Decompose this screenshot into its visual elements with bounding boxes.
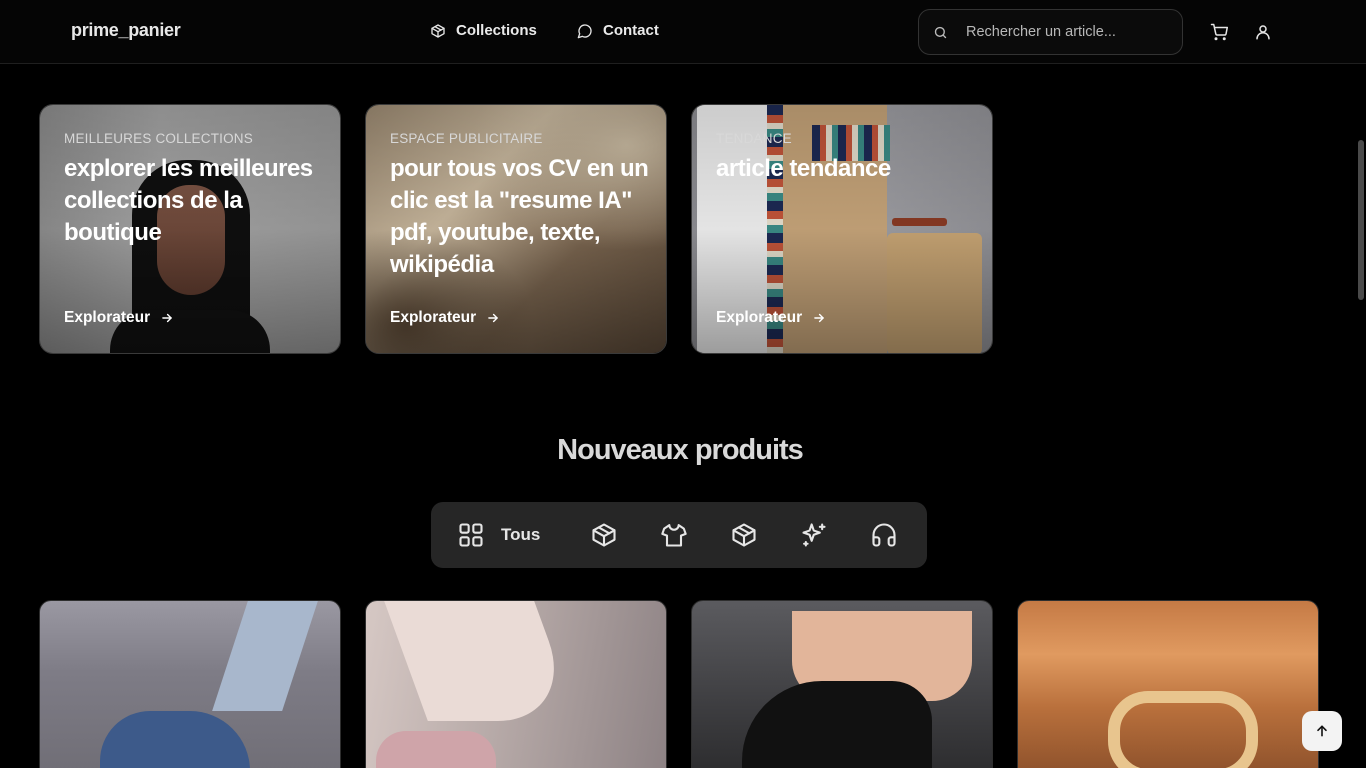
product-card[interactable] bbox=[1017, 600, 1319, 768]
arrow-right-icon bbox=[814, 313, 824, 323]
product-card[interactable] bbox=[39, 600, 341, 768]
product-image-leg bbox=[384, 601, 578, 721]
filter-box-button-2[interactable] bbox=[730, 521, 758, 549]
filter-all-label: Tous bbox=[501, 525, 541, 544]
sparkles-icon bbox=[802, 523, 826, 547]
promo-cta-label: Explorateur bbox=[64, 309, 151, 326]
promo-eyebrow: MEILLEURES COLLECTIONS bbox=[64, 131, 253, 146]
category-filter-bar: Tous bbox=[431, 502, 927, 568]
filter-all-button[interactable]: Tous bbox=[457, 521, 540, 549]
user-icon[interactable] bbox=[1254, 23, 1272, 41]
product-card[interactable] bbox=[365, 600, 667, 768]
filter-audio-button[interactable] bbox=[870, 521, 898, 549]
cart-icon[interactable] bbox=[1210, 23, 1228, 41]
promo-headline: explorer les meilleures collections de l… bbox=[64, 155, 313, 246]
filter-box-button[interactable] bbox=[590, 521, 618, 549]
box-icon bbox=[592, 523, 616, 547]
arrow-right-icon bbox=[162, 313, 172, 323]
site-logo[interactable]: prime_panier bbox=[71, 20, 181, 41]
promo-cta[interactable]: Explorateur bbox=[390, 309, 500, 327]
promo-headline: article tendance bbox=[716, 155, 891, 182]
filter-clothing-button[interactable] bbox=[660, 521, 688, 549]
product-image-slipper bbox=[376, 731, 496, 768]
search-input[interactable] bbox=[966, 24, 1166, 40]
product-image-heel bbox=[742, 681, 932, 768]
product-card[interactable] bbox=[691, 600, 993, 768]
arrow-up-icon bbox=[1317, 725, 1327, 737]
section-title-new-products: Nouveaux produits bbox=[557, 434, 804, 466]
product-image-jewelry bbox=[1108, 691, 1258, 768]
site-header: prime_panier Collections Contact bbox=[0, 0, 1366, 64]
product-image-leg bbox=[212, 601, 318, 711]
headphones-icon bbox=[872, 523, 896, 547]
nav-collections-label: Collections bbox=[456, 22, 537, 39]
promo-cta[interactable]: Explorateur bbox=[716, 309, 826, 327]
scroll-to-top-button[interactable] bbox=[1302, 711, 1342, 751]
page-scrollbar[interactable] bbox=[1358, 140, 1364, 300]
promo-cta-label: Explorateur bbox=[390, 309, 477, 326]
search-box bbox=[918, 9, 1183, 55]
promo-headline: pour tous vos CV en un clic est la "resu… bbox=[390, 155, 649, 278]
product-image-sandal bbox=[100, 711, 250, 768]
search-icon bbox=[934, 26, 947, 38]
promo-card-trending[interactable]: TENDANCE article tendance Explorateur bbox=[691, 104, 993, 354]
nav-contact-label: Contact bbox=[603, 22, 659, 39]
nav-collections[interactable]: Collections bbox=[430, 22, 537, 39]
promo-cta-label: Explorateur bbox=[716, 309, 803, 326]
promo-cta[interactable]: Explorateur bbox=[64, 309, 174, 327]
chat-bubble-icon bbox=[577, 23, 592, 38]
arrow-right-icon bbox=[488, 313, 498, 323]
grid-icon bbox=[459, 523, 483, 547]
shirt-icon bbox=[661, 524, 687, 547]
box-icon bbox=[431, 23, 445, 38]
promo-card-best-collections[interactable]: MEILLEURES COLLECTIONS explorer les meil… bbox=[39, 104, 341, 354]
promo-eyebrow: TENDANCE bbox=[716, 131, 792, 146]
promo-card-advertising[interactable]: ESPACE PUBLICITAIRE pour tous vos CV en … bbox=[365, 104, 667, 354]
nav-contact[interactable]: Contact bbox=[577, 22, 659, 39]
box-icon bbox=[732, 523, 756, 547]
filter-sparkles-button[interactable] bbox=[800, 521, 828, 549]
promo-eyebrow: ESPACE PUBLICITAIRE bbox=[390, 131, 543, 146]
